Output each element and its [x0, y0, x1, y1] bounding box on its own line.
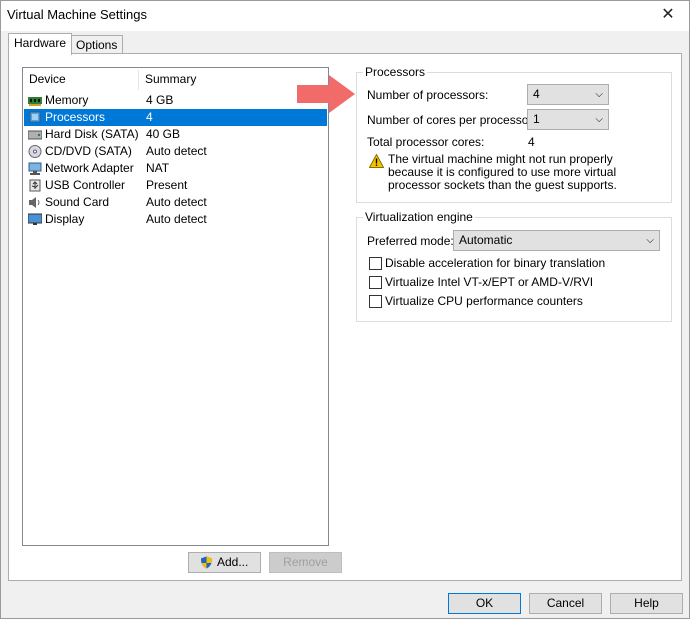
warning-icon — [369, 154, 384, 168]
cores-per-processor-select[interactable]: 1 ⌵ — [527, 109, 609, 130]
device-row-processors[interactable]: Processors 4 — [24, 109, 327, 126]
vm-settings-window: Virtual Machine Settings ✕ Hardware Opti… — [0, 0, 690, 619]
remove-device-button[interactable]: Remove — [269, 552, 342, 573]
remove-button-label: Remove — [283, 555, 328, 569]
help-button-label: Help — [634, 596, 659, 610]
cd-dvd-icon — [28, 145, 42, 158]
virtualize-vtx-checkbox[interactable] — [369, 276, 382, 289]
device-summary: 40 GB — [146, 127, 181, 141]
device-name: CD/DVD (SATA) — [45, 144, 132, 158]
tab-options[interactable]: Options — [70, 35, 124, 55]
tab-options-label: Options — [76, 38, 118, 52]
processors-group: Processors Number of processors: 4 ⌵ Num… — [356, 65, 672, 203]
num-processors-value: 4 — [533, 87, 540, 101]
memory-icon — [28, 97, 42, 106]
cancel-button[interactable]: Cancel — [529, 593, 602, 614]
device-list[interactable]: Device Summary Memory 4 GB Processors 4 … — [22, 67, 329, 546]
ok-button[interactable]: OK — [448, 593, 521, 614]
tab-hardware[interactable]: Hardware — [8, 33, 73, 55]
hard-disk-icon — [28, 130, 42, 140]
device-summary: Auto detect — [146, 195, 207, 209]
shield-icon — [201, 556, 212, 569]
add-button-label: Add... — [217, 555, 249, 569]
preferred-mode-value: Automatic — [459, 233, 513, 247]
device-name: Memory — [45, 93, 89, 107]
device-name: Sound Card — [45, 195, 110, 209]
speaker-icon — [29, 197, 40, 208]
device-row-display[interactable]: Display Auto detect — [24, 211, 327, 228]
device-summary: Auto detect — [146, 144, 207, 158]
preferred-mode-label: Preferred mode: — [367, 234, 454, 248]
cancel-button-label: Cancel — [546, 596, 585, 610]
cores-per-processor-value: 1 — [533, 112, 540, 126]
device-name: Processors — [45, 110, 106, 124]
num-processors-select[interactable]: 4 ⌵ — [527, 84, 609, 105]
disable-acceleration-label: Disable acceleration for binary translat… — [385, 256, 606, 270]
network-adapter-icon — [28, 162, 42, 175]
add-device-button[interactable]: Add... — [188, 552, 261, 573]
device-row-sound-card[interactable]: Sound Card Auto detect — [24, 194, 327, 211]
device-row-network-adapter[interactable]: Network Adapter NAT — [24, 160, 327, 177]
disable-acceleration-checkbox[interactable] — [369, 257, 382, 270]
total-cores-value: 4 — [528, 135, 535, 149]
column-header-summary[interactable]: Summary — [145, 68, 196, 90]
device-row-hard-disk[interactable]: Hard Disk (SATA) 40 GB — [24, 126, 327, 143]
monitor-icon — [28, 213, 42, 225]
title-bar: Virtual Machine Settings ✕ — [1, 1, 689, 31]
window-title: Virtual Machine Settings — [7, 7, 147, 22]
ok-button-label: OK — [475, 596, 494, 610]
device-name: USB Controller — [45, 178, 126, 192]
virtualization-group-label: Virtualization engine — [363, 210, 475, 224]
device-summary: 4 GB — [146, 93, 174, 107]
hardware-tab-panel: Device Summary Memory 4 GB Processors 4 … — [8, 53, 682, 581]
column-header-device[interactable]: Device — [29, 68, 66, 90]
usb-icon — [29, 179, 41, 192]
column-divider — [138, 70, 139, 90]
virtualize-vtx-label: Virtualize Intel VT-x/EPT or AMD-V/RVI — [385, 275, 594, 289]
total-cores-label: Total processor cores: — [367, 135, 485, 149]
cores-per-processor-label: Number of cores per processor: — [367, 113, 536, 127]
help-button[interactable]: Help — [610, 593, 683, 614]
device-summary: 4 — [146, 110, 153, 124]
device-name: Hard Disk (SATA) — [45, 127, 139, 141]
virtualize-cpu-counters-checkbox[interactable] — [369, 295, 382, 308]
device-summary: Present — [146, 178, 188, 192]
tab-hardware-label: Hardware — [14, 36, 67, 50]
device-name: Display — [45, 212, 85, 226]
preferred-mode-select[interactable]: Automatic ⌵ — [453, 230, 660, 251]
virtualize-cpu-counters-label: Virtualize CPU performance counters — [385, 294, 583, 308]
device-summary: Auto detect — [146, 212, 207, 226]
pointer-arrow-icon — [297, 75, 355, 113]
processors-group-label: Processors — [363, 65, 428, 79]
device-row-cd-dvd[interactable]: CD/DVD (SATA) Auto detect — [24, 143, 327, 160]
device-name: Network Adapter — [45, 161, 134, 175]
close-icon[interactable]: ✕ — [657, 4, 679, 26]
device-row-memory[interactable]: Memory 4 GB — [24, 92, 327, 109]
virtualization-engine-group: Virtualization engine Preferred mode: Au… — [356, 210, 672, 322]
device-row-usb-controller[interactable]: USB Controller Present — [24, 177, 327, 194]
processor-warning-text: The virtual machine might not run proper… — [388, 152, 617, 192]
processor-icon — [29, 111, 41, 123]
chevron-down-icon: ⌵ — [595, 89, 603, 100]
num-processors-label: Number of processors: — [367, 88, 489, 102]
device-summary: NAT — [146, 161, 170, 175]
chevron-down-icon: ⌵ — [595, 114, 603, 125]
chevron-down-icon: ⌵ — [646, 235, 654, 246]
